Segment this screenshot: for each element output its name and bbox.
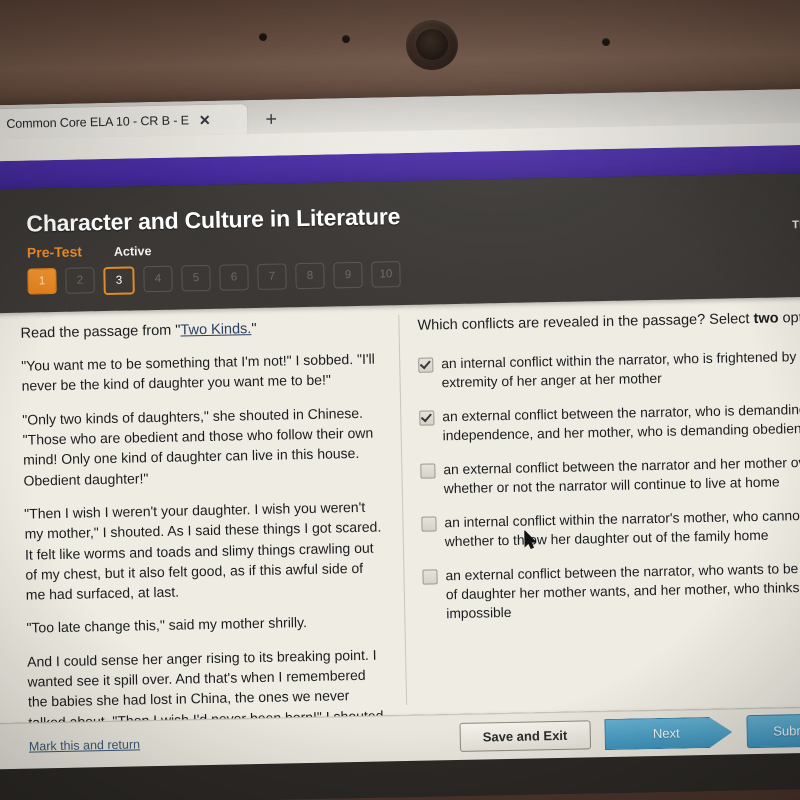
timer-label: TIME REMA xyxy=(792,218,800,232)
answer-options[interactable]: an internal conflict within the narrator… xyxy=(418,346,800,624)
answer-option-1[interactable]: an internal conflict within the narrator… xyxy=(418,346,800,393)
answer-option-3[interactable]: an external conflict between the narrato… xyxy=(420,452,800,499)
answer-option-5[interactable]: an external conflict between the narrato… xyxy=(422,558,800,624)
passage-instruction: Read the passage from "Two Kinds." xyxy=(20,317,380,343)
passage-title-link[interactable]: Two Kinds. xyxy=(180,321,251,338)
browser-tab-title: Common Core ELA 10 - CR B - E xyxy=(6,113,190,131)
answer-column: Which conflicts are revealed in the pass… xyxy=(399,296,800,715)
plus-icon[interactable]: + xyxy=(265,109,277,134)
question-number-5[interactable]: 5 xyxy=(181,264,211,292)
question-panel: Read the passage from "Two Kinds." "You … xyxy=(0,295,800,724)
question-prompt: Which conflicts are revealed in the pass… xyxy=(417,308,800,336)
answer-option-4[interactable]: an internal conflict within the narrator… xyxy=(421,505,800,552)
question-number-7[interactable]: 7 xyxy=(257,263,287,290)
answer-option-label: an external conflict between the narrato… xyxy=(442,401,800,444)
answer-option-label: an internal conflict within the narrator… xyxy=(441,348,800,391)
passage-instruction-suffix: " xyxy=(251,320,257,338)
checkbox-icon[interactable] xyxy=(420,463,436,479)
checkbox-checked-icon[interactable] xyxy=(419,410,435,426)
question-prompt-part2: options. xyxy=(782,309,800,327)
passage-paragraph: And I could sense her anger rising to it… xyxy=(26,646,387,724)
assignment-meta: Pre-Test Active xyxy=(27,242,152,260)
page-title: Character and Culture in Literature xyxy=(26,203,401,237)
webcam-lens-icon xyxy=(416,29,448,60)
laptop-screen: Common Core ELA 10 - CR B - E ✕ + Charac… xyxy=(0,87,800,800)
answer-option-label: an external conflict between the narrato… xyxy=(445,560,800,622)
checkbox-icon[interactable] xyxy=(422,569,438,585)
passage-paragraph: "You want me to be something that I'm no… xyxy=(21,350,375,395)
answer-option-label: an external conflict between the narrato… xyxy=(443,454,800,497)
passage-body: "You want me to be something that I'm no… xyxy=(21,349,389,724)
answer-option-2[interactable]: an external conflict between the narrato… xyxy=(419,399,800,446)
question-number-10[interactable]: 10 xyxy=(371,261,401,288)
microphone-hole-icon xyxy=(259,33,267,41)
test-type-label: Pre-Test xyxy=(26,243,83,261)
passage-paragraph: "Then I wish I weren't your daughter. I … xyxy=(24,498,382,603)
close-icon[interactable]: ✕ xyxy=(199,112,211,128)
passage-paragraph: "Too late change this," said my mother s… xyxy=(26,614,308,637)
question-number-4[interactable]: 4 xyxy=(143,265,173,293)
microphone-hole-icon xyxy=(602,38,610,46)
passage-instruction-prefix: Read the passage from " xyxy=(20,322,181,342)
question-number-8[interactable]: 8 xyxy=(295,262,325,290)
question-number-2[interactable]: 2 xyxy=(65,267,95,294)
question-number-3[interactable]: 3 xyxy=(103,266,135,296)
passage-column: Read the passage from "Two Kinds." "You … xyxy=(0,305,406,724)
question-number-1[interactable]: 1 xyxy=(27,267,57,295)
microphone-hole-icon xyxy=(342,35,350,43)
question-prompt-emphasis: two xyxy=(753,310,779,327)
next-button[interactable]: Next xyxy=(604,717,733,751)
checkbox-icon[interactable] xyxy=(421,516,437,532)
question-navigator[interactable]: 1 2 3 4 5 6 7 8 9 10 xyxy=(27,261,401,296)
question-number-9[interactable]: 9 xyxy=(333,261,363,289)
mark-and-return-link[interactable]: Mark this and return xyxy=(29,737,140,753)
checkbox-checked-icon[interactable] xyxy=(418,357,434,373)
passage-paragraph: "Only two kinds of daughters," she shout… xyxy=(22,404,374,489)
timer-value: 51:5 xyxy=(792,232,800,259)
timer: TIME REMA 51:5 xyxy=(792,218,800,259)
action-buttons: Save and Exit Next Submit xyxy=(459,713,800,754)
submit-button[interactable]: Submit xyxy=(745,713,800,749)
answer-option-label: an internal conflict within the narrator… xyxy=(444,507,800,550)
app-header: Character and Culture in Literature Pre-… xyxy=(0,171,800,314)
status-badge: Active xyxy=(113,244,152,259)
question-prompt-part1: Which conflicts are revealed in the pass… xyxy=(417,310,754,334)
laptop-photo: Common Core ELA 10 - CR B - E ✕ + Charac… xyxy=(0,0,800,800)
question-number-6[interactable]: 6 xyxy=(219,264,249,291)
save-and-exit-button[interactable]: Save and Exit xyxy=(459,720,591,752)
